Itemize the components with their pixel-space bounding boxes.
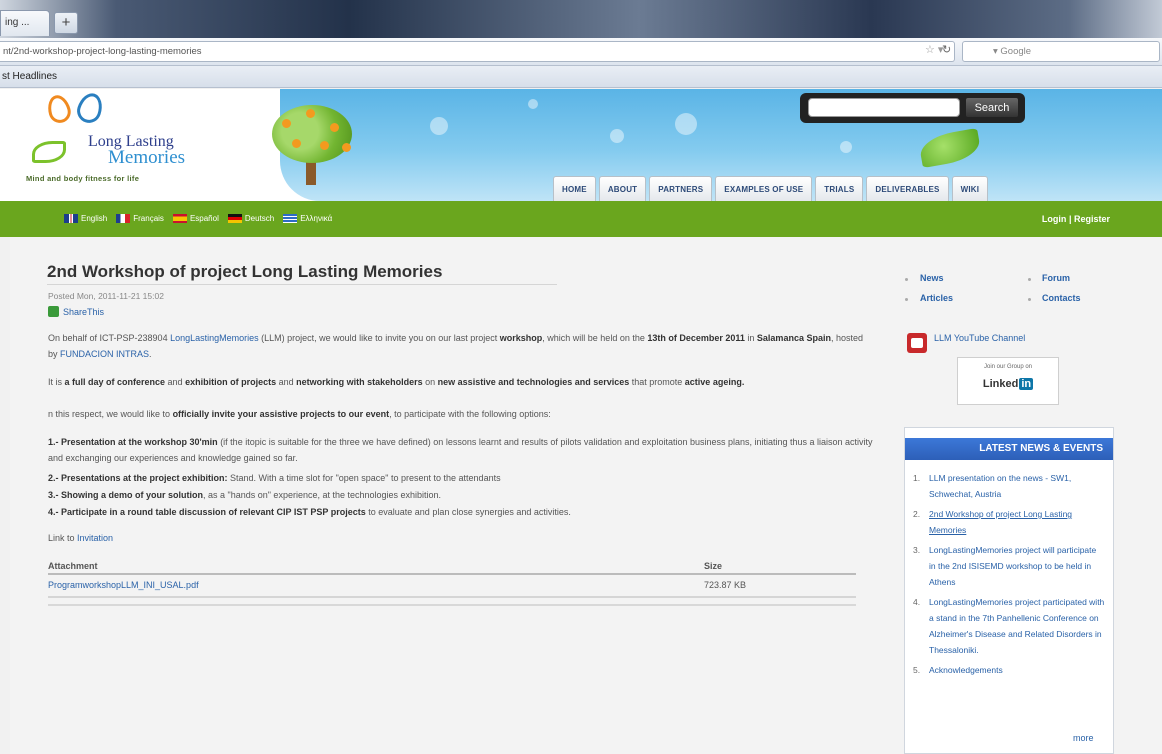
option-4: 4.- Participate in a round table discuss…: [48, 507, 571, 517]
bookmark-star-icon[interactable]: ☆ ▾: [925, 43, 943, 56]
linkedin-logo-icon: Linked in: [982, 378, 1034, 390]
browser-tab-bar: ing ... +: [0, 0, 1162, 38]
more-news-link[interactable]: more: [1073, 733, 1094, 743]
share-button[interactable]: ShareThis: [48, 306, 104, 317]
language-bar: English Français Español Deutsch Ελληνικ…: [0, 201, 1162, 237]
latest-news-panel: LATEST NEWS & EVENTS 1. LLM presentation …: [904, 427, 1114, 754]
option-1: 1.- Presentation at the workshop 30'min …: [48, 437, 873, 463]
llm-link[interactable]: LongLastingMemories: [170, 333, 259, 343]
list-item[interactable]: 3. LongLastingMemories project will parti…: [913, 542, 1105, 590]
sidebar-link-articles[interactable]: Articles: [920, 293, 953, 303]
title-divider: [47, 284, 557, 285]
register-link[interactable]: Register: [1074, 214, 1110, 224]
new-tab-button[interactable]: +: [54, 12, 78, 34]
linkedin-group-badge[interactable]: Join our Group on Linked in: [957, 357, 1059, 405]
attachment-table-header: Attachment Size: [48, 561, 856, 575]
paragraph-conference: It is a full day of conference and exhib…: [48, 377, 745, 387]
nav-partners[interactable]: PARTNERS: [649, 176, 713, 201]
logo-green-shape: [32, 141, 66, 163]
page-title: 2nd Workshop of project Long Lasting Mem…: [47, 262, 443, 281]
tree-illustration: [262, 105, 358, 187]
sidebar-link-forum[interactable]: Forum: [1042, 273, 1070, 283]
nav-home[interactable]: HOME: [553, 176, 596, 201]
share-icon: [48, 306, 59, 317]
lang-french[interactable]: Français: [116, 214, 164, 223]
nav-examples-of-use[interactable]: EXAMPLES OF USE: [715, 176, 813, 201]
main-nav: HOME ABOUT PARTNERS EXAMPLES OF USE TRIA…: [553, 176, 991, 201]
latest-news-title: LATEST NEWS & EVENTS: [905, 438, 1113, 460]
nav-trials[interactable]: TRIALS: [815, 176, 864, 201]
attachment-divider: [48, 604, 856, 606]
attachment-column-header: Attachment: [48, 561, 98, 571]
google-search-field[interactable]: ▾ Google: [962, 41, 1160, 62]
reload-icon[interactable]: ↻: [942, 43, 951, 56]
list-item[interactable]: 5. Acknowledgements: [913, 662, 1105, 678]
attachment-file-link[interactable]: ProgramworkshopLLM_INI_USAL.pdf: [48, 580, 199, 590]
list-item[interactable]: 4. LongLastingMemories project participat…: [913, 594, 1105, 658]
paragraph-options-intro: n this respect, we would like to officia…: [48, 409, 551, 419]
size-column-header: Size: [704, 561, 723, 571]
site-search-input[interactable]: [808, 98, 960, 117]
sidebar-link-news[interactable]: News: [920, 273, 944, 283]
post-date: Posted Mon, 2011-11-21 15:02: [48, 291, 164, 301]
logo-tagline: Mind and body fitness for life: [26, 174, 140, 183]
site-header: Long Lasting Memories Mind and body fitn…: [0, 89, 1162, 201]
sidebar-link-contacts[interactable]: Contacts: [1042, 293, 1081, 303]
lang-english[interactable]: English: [64, 214, 107, 223]
option-2: 2.- Presentations at the project exhibit…: [48, 473, 501, 483]
nav-deliverables[interactable]: DELIVERABLES: [866, 176, 949, 201]
intras-link[interactable]: FUNDACION INTRAS: [60, 349, 149, 359]
uk-flag-icon: [64, 214, 78, 223]
login-link[interactable]: Login: [1042, 214, 1067, 224]
auth-separator: |: [1068, 214, 1072, 224]
list-item[interactable]: 1. LLM presentation on the news - SW1, Sc…: [913, 470, 1105, 502]
auth-links: Login | Register: [1042, 214, 1110, 224]
lang-spanish[interactable]: Español: [172, 214, 219, 223]
site-search-bar: Search: [800, 93, 1025, 123]
search-button[interactable]: Search: [966, 98, 1018, 117]
paragraph-invitation: On behalf of ICT-PSP-238904 LongLastingM…: [48, 333, 863, 359]
linkedin-caption: Join our Group on: [983, 364, 1033, 370]
attachment-row: ProgramworkshopLLM_INI_USAL.pdf 723.87 K…: [48, 580, 856, 598]
bookmarks-bar: st Headlines: [0, 66, 1162, 88]
browser-nav-bar: nt/2nd-workshop-project-long-lasting-mem…: [0, 38, 1162, 66]
germany-flag-icon: [227, 214, 242, 223]
language-switcher: English Français Español Deutsch Ελληνικ…: [64, 214, 341, 223]
spain-flag-icon: [172, 214, 187, 223]
address-bar[interactable]: nt/2nd-workshop-project-long-lasting-mem…: [0, 41, 955, 62]
list-item[interactable]: 2. 2nd Workshop of project Long Lasting M…: [913, 506, 1105, 538]
invitation-link[interactable]: Invitation: [77, 533, 113, 543]
browser-tab[interactable]: ing ...: [0, 10, 50, 36]
greece-flag-icon: [283, 214, 298, 223]
site-logo[interactable]: Long Lasting Memories Mind and body fitn…: [22, 89, 222, 189]
lang-greek[interactable]: Ελληνικά: [283, 214, 332, 223]
nav-about[interactable]: ABOUT: [598, 176, 647, 201]
youtube-icon[interactable]: [907, 333, 927, 353]
invitation-link-line: Link to Invitation: [48, 533, 114, 543]
option-3: 3.- Showing a demo of your solution, as …: [48, 490, 442, 500]
logo-text-line2: Memories: [108, 147, 186, 168]
logo-blue-shape: [73, 90, 107, 126]
nav-wiki[interactable]: WIKI: [951, 176, 989, 201]
youtube-channel-link[interactable]: LLM YouTube Channel: [934, 333, 1025, 343]
attachment-file-size: 723.87 KB: [704, 580, 747, 590]
france-flag-icon: [116, 214, 131, 223]
lang-german[interactable]: Deutsch: [227, 214, 274, 223]
logo-orange-shape: [44, 92, 74, 126]
news-list: 1. LLM presentation on the news - SW1, Sc…: [913, 470, 1105, 682]
bookmark-headlines[interactable]: st Headlines: [2, 71, 57, 82]
